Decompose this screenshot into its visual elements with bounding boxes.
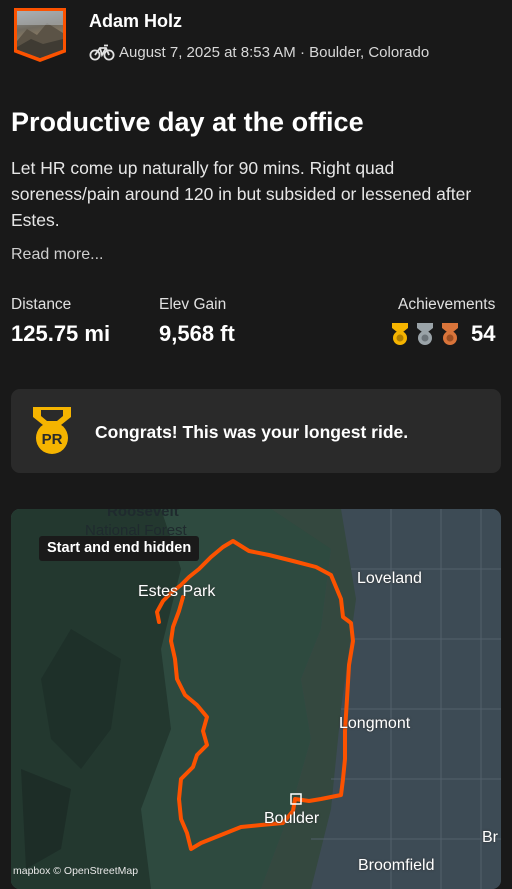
pr-message: Congrats! This was your longest ride. [95,422,409,442]
map-label-broomfield: Broomfield [358,857,435,874]
distance-label: Distance [11,296,72,313]
elev-gain-label: Elev Gain [159,296,227,313]
activity-header: Adam Holz August 7, 2025 at 8:53 AM · Bo… [0,0,512,80]
map-label-br: Br [482,829,498,846]
activity-description: Let HR come up naturally for 90 mins. Ri… [11,158,472,230]
achievements-count[interactable]: 54 [471,321,495,347]
achievements-label: Achievements [398,296,496,313]
pr-card[interactable]: PR Congrats! This was your longest ride. [11,389,501,473]
athlete-name[interactable]: Adam Holz [89,11,182,32]
map-attribution[interactable]: mapbox © OpenStreetMap [13,865,138,877]
map-terrain [11,509,501,889]
map-label-boulder: Boulder [264,810,320,827]
activity-meta: August 7, 2025 at 8:53 AM · Boulder, Col… [89,42,429,62]
silver-medal-icon [414,322,436,351]
achievements-medals[interactable] [389,322,461,351]
pr-medal-icon: PR [29,405,75,457]
elev-gain-value: 9,568 ft [159,321,235,346]
map-label-loveland: Loveland [357,570,422,587]
map-label-forest-1: Roosevelt [107,509,179,520]
bronze-medal-icon [439,322,461,351]
map-label-longmont: Longmont [339,715,411,732]
distance-value: 125.75 mi [11,321,111,346]
pr-badge-text: PR [42,431,63,448]
gold-medal-icon [389,322,411,351]
avatar-photo [17,11,63,58]
bike-icon [89,43,115,61]
activity-title: Productive day at the office [11,107,364,137]
privacy-chip: Start and end hidden [39,536,200,561]
route-map[interactable]: Roosevelt National Forest Start and end … [11,509,501,889]
read-more-link[interactable]: Read more... [11,246,103,264]
map-label-estes-park: Estes Park [138,583,216,600]
avatar[interactable] [14,8,66,62]
activity-date-location: August 7, 2025 at 8:53 AM · Boulder, Col… [119,43,430,61]
